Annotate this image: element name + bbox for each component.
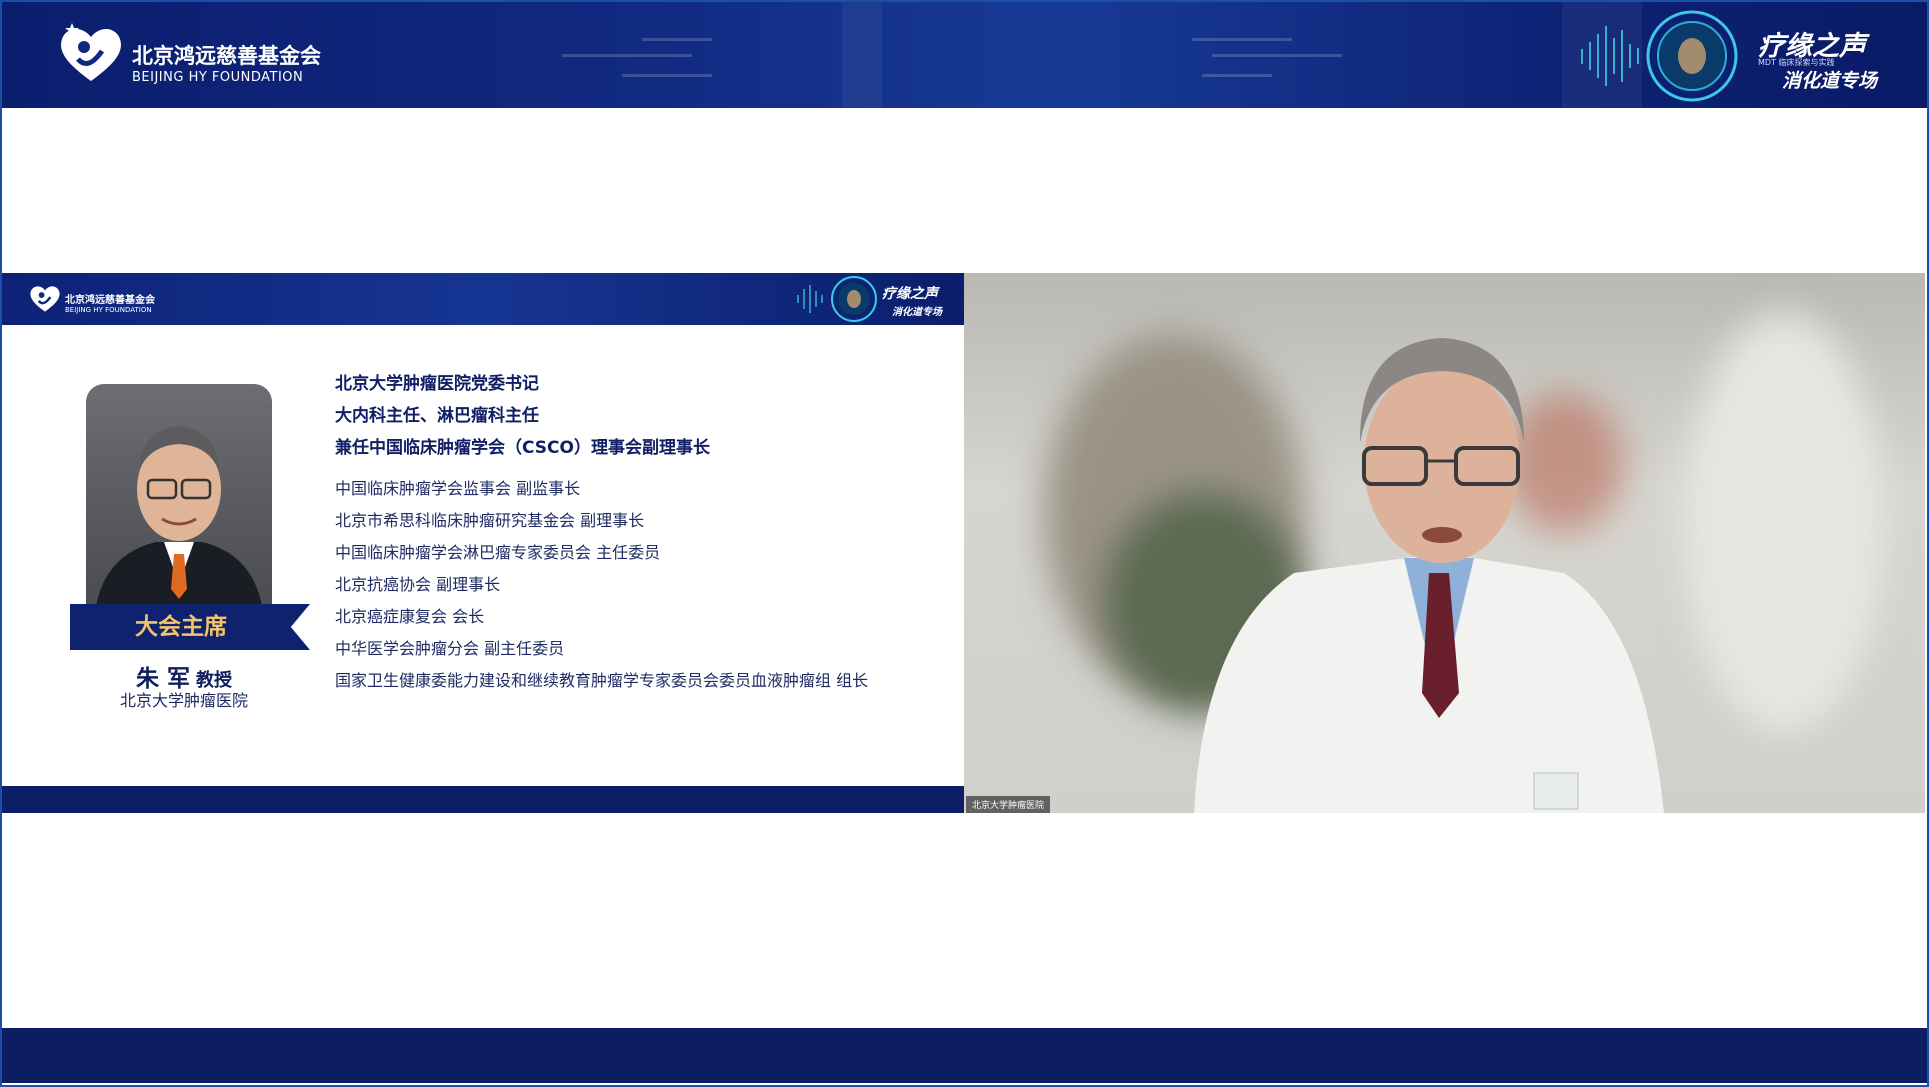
banner-glow <box>842 2 882 108</box>
sub-roles-list: 中国临床肿瘤学会监事会 副监事长 北京市希思科临床肿瘤研究基金会 副理事长 中国… <box>335 473 868 697</box>
sub-role-item: 国家卫生健康委能力建设和继续教育肿瘤学专家委员会委员血液肿瘤组 组长 <box>335 671 869 690</box>
foundation-logo: 北京鸿远慈善基金会 BEIJING HY FOUNDATION <box>56 20 321 85</box>
sub-role-item: 北京市希思科临床肿瘤研究基金会 副理事长 <box>335 511 645 530</box>
main-role-item: 北京大学肿瘤医院党委书记 <box>335 374 539 394</box>
sub-role-item: 中华医学会肿瘤分会 副主任委员 <box>335 639 565 658</box>
banner-streak <box>1202 74 1272 77</box>
heart-logo-icon <box>61 22 121 81</box>
speaker-photo <box>86 384 272 606</box>
main-roles-list: 北京大学肿瘤医院党委书记 大内科主任、淋巴瘤科主任 兼任中国临床肿瘤学会（CSC… <box>335 368 710 464</box>
sub-role-item: 中国临床肿瘤学会监事会 副监事长 <box>335 479 581 498</box>
banner-streak <box>622 74 712 77</box>
video-feed[interactable]: 北京大学肿瘤医院 <box>964 273 1925 813</box>
slide-event-title: 疗缘之声 <box>882 286 938 302</box>
heart-logo-icon <box>30 285 60 312</box>
banner-streak <box>1192 38 1292 41</box>
slide-footer <box>2 786 964 813</box>
waveform-icon <box>797 276 877 322</box>
banner-streak <box>562 54 692 57</box>
waveform-icon <box>1581 10 1738 102</box>
slide-org-name-cn: 北京鸿远慈善基金会 <box>65 295 155 306</box>
participant-label: 北京大学肿瘤医院 <box>966 796 1051 813</box>
bottom-bar <box>2 1028 1927 1083</box>
banner-streak <box>1212 54 1342 57</box>
slide-org-name-en: BEIJING HY FOUNDATION <box>65 306 152 314</box>
top-banner: 北京鸿远慈善基金会 BEIJING HY FOUNDATION 疗缘之声 MDT… <box>2 2 1927 108</box>
speaker-org: 北京大学肿瘤医院 <box>119 691 248 710</box>
presentation-slide: 北京鸿远慈善基金会 BEIJING HY FOUNDATION 疗缘之声 消化道… <box>2 273 964 813</box>
org-name-en: BEIJING HY FOUNDATION <box>132 70 304 85</box>
sub-role-item: 北京癌症康复会 会长 <box>335 607 485 626</box>
sub-role-item: 中国临床肿瘤学会淋巴瘤专家委员会 主任委员 <box>335 543 661 562</box>
event-badge: 疗缘之声 MDT 临床探索与实践 消化道专场 <box>1572 4 1912 106</box>
event-subtitle: 消化道专场 <box>1782 70 1878 92</box>
org-name-cn: 北京鸿远慈善基金会 <box>132 44 321 68</box>
ribbon-label: 大会主席 <box>135 614 227 640</box>
banner-streak <box>642 38 712 41</box>
slide-event-badge: 疗缘之声 消化道专场 <box>792 273 964 325</box>
slide-event-subtitle: 消化道专场 <box>892 307 942 318</box>
main-role-item: 兼任中国临床肿瘤学会（CSCO）理事会副理事长 <box>335 438 710 458</box>
sub-role-item: 北京抗癌协会 副理事长 <box>335 575 501 594</box>
presenter-figure <box>1194 338 1664 813</box>
slide-foundation-logo: 北京鸿远慈善基金会 BEIJING HY FOUNDATION <box>28 281 155 314</box>
main-role-item: 大内科主任、淋巴瘤科主任 <box>335 406 539 426</box>
speaker-portrait <box>96 426 262 606</box>
slide-header: 北京鸿远慈善基金会 BEIJING HY FOUNDATION 疗缘之声 消化道… <box>2 273 964 325</box>
